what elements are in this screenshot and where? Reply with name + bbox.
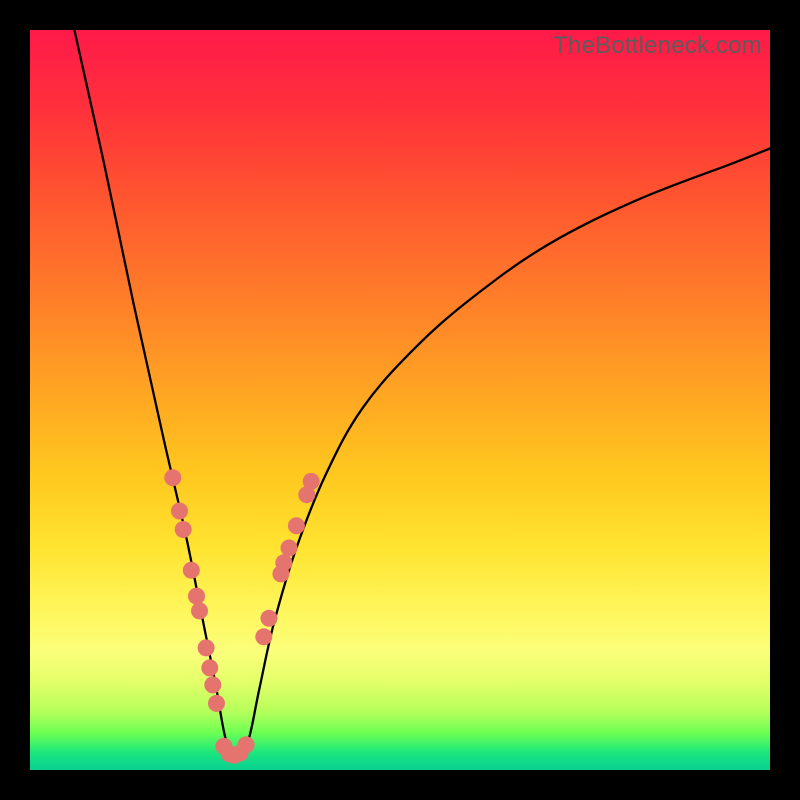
data-dot	[198, 639, 215, 656]
data-dot	[188, 588, 205, 605]
data-dot	[208, 695, 225, 712]
chart-frame: TheBottleneck.com	[0, 0, 800, 800]
data-dot	[164, 469, 181, 486]
sample-dots	[164, 469, 319, 764]
data-dot	[303, 473, 320, 490]
data-dot	[255, 628, 272, 645]
data-dot	[183, 562, 200, 579]
plot-area: TheBottleneck.com	[30, 30, 770, 770]
data-dot	[261, 610, 278, 627]
data-dot	[201, 659, 218, 676]
data-dot	[281, 540, 298, 557]
data-dot	[288, 517, 305, 534]
data-dot	[275, 554, 292, 571]
bottleneck-curve	[74, 30, 770, 755]
data-dot	[204, 676, 221, 693]
data-dot	[171, 503, 188, 520]
data-dot	[175, 521, 192, 538]
data-dot	[191, 602, 208, 619]
curve-layer	[30, 30, 770, 770]
data-dot	[238, 736, 255, 753]
